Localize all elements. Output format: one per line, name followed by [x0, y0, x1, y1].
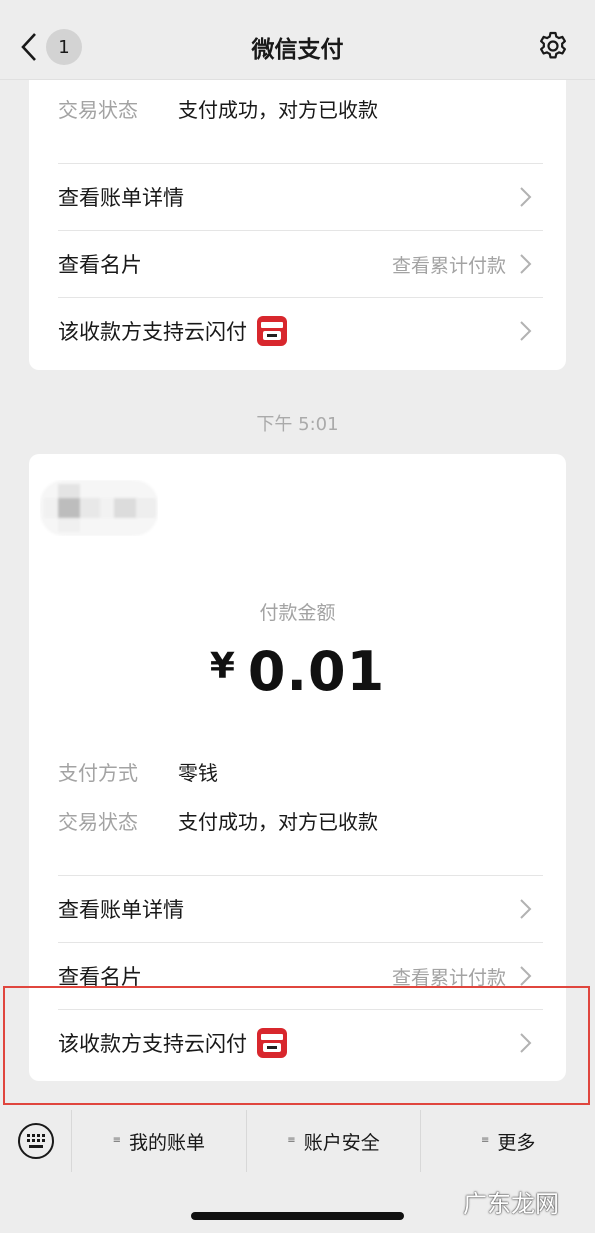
payment-amount: ¥0.01 — [29, 640, 566, 703]
payment-card: 支付方式 零钱 交易状态 支付成功，对方已收款 查看账单详情 查看名片 查看累计… — [29, 454, 566, 1081]
view-card-label: 查看名片 — [58, 965, 142, 989]
unionpay-link[interactable]: 该收款方支持云闪付 — [29, 298, 566, 364]
payment-card-previous: 交易状态 支付成功，对方已收款 查看账单详情 查看名片 查看累计付款 该收款方支… — [29, 60, 566, 370]
bill-detail-label: 查看账单详情 — [58, 898, 184, 922]
chevron-right-icon — [520, 254, 532, 274]
view-card-link[interactable]: 查看名片 查看累计付款 — [29, 231, 566, 297]
payment-method-value: 零钱 — [178, 760, 218, 785]
cumulative-payment-label: 查看累计付款 — [391, 254, 506, 277]
keyboard-icon — [17, 1123, 54, 1159]
navigation-bar: 1 微信支付 — [0, 0, 595, 80]
unionpay-link[interactable]: 该收款方支持云闪付 — [29, 1010, 566, 1076]
payment-chat-screen: 交易状态 支付成功，对方已收款 查看账单详情 查看名片 查看累计付款 该收款方支… — [0, 0, 595, 1233]
status-label: 交易状态 — [58, 809, 138, 834]
bill-detail-label: 查看账单详情 — [58, 186, 184, 210]
unionpay-icon — [257, 1028, 287, 1058]
unionpay-label: 该收款方支持云闪付 — [58, 1032, 247, 1056]
amount-value: 0.01 — [247, 640, 386, 703]
bottom-menu-bar: ≡ 我的账单 ≡ 账户安全 ≡ 更多 — [0, 1110, 595, 1172]
avatar — [40, 480, 158, 536]
bill-detail-link[interactable]: 查看账单详情 — [29, 876, 566, 942]
amount-label: 付款金额 — [259, 602, 336, 624]
view-card-label: 查看名片 — [58, 253, 142, 277]
cumulative-payment-label: 查看累计付款 — [391, 966, 506, 989]
status-value: 支付成功，对方已收款 — [178, 97, 378, 122]
payment-method-label: 支付方式 — [58, 760, 138, 785]
status-value: 支付成功，对方已收款 — [178, 809, 378, 834]
tab-more-label: 更多 — [497, 1131, 536, 1154]
status-label: 交易状态 — [58, 97, 138, 122]
bill-detail-link[interactable]: 查看账单详情 — [29, 164, 566, 230]
keyboard-toggle-button[interactable] — [0, 1110, 72, 1172]
chevron-right-icon — [520, 187, 532, 207]
menu-lines-icon: ≡ — [287, 1135, 296, 1146]
tab-account-security[interactable]: ≡ 账户安全 — [247, 1110, 422, 1172]
chevron-right-icon — [520, 321, 532, 341]
tab-my-bills-label: 我的账单 — [129, 1131, 206, 1154]
menu-lines-icon: ≡ — [112, 1135, 122, 1146]
status-row: 交易状态 支付成功，对方已收款 — [58, 93, 378, 123]
message-timestamp: 下午 5:01 — [256, 414, 339, 435]
chevron-right-icon — [520, 899, 532, 919]
view-card-link[interactable]: 查看名片 查看累计付款 — [29, 943, 566, 1009]
gear-icon[interactable] — [537, 30, 569, 62]
watermark: 广东龙网 — [463, 1190, 559, 1218]
status-row: 交易状态 支付成功，对方已收款 — [58, 805, 378, 835]
menu-lines-icon: ≡ — [480, 1135, 490, 1146]
tab-more[interactable]: ≡ 更多 — [421, 1110, 595, 1172]
page-title: 微信支付 — [251, 37, 344, 63]
unionpay-icon — [257, 316, 287, 346]
payment-method-row: 支付方式 零钱 — [58, 756, 218, 786]
home-indicator[interactable] — [191, 1212, 404, 1220]
tab-account-security-label: 账户安全 — [303, 1131, 380, 1154]
chevron-right-icon — [520, 966, 532, 986]
unionpay-label: 该收款方支持云闪付 — [58, 320, 247, 344]
tab-my-bills[interactable]: ≡ 我的账单 — [72, 1110, 247, 1172]
currency-symbol: ¥ — [209, 646, 236, 687]
chevron-right-icon — [520, 1033, 532, 1053]
